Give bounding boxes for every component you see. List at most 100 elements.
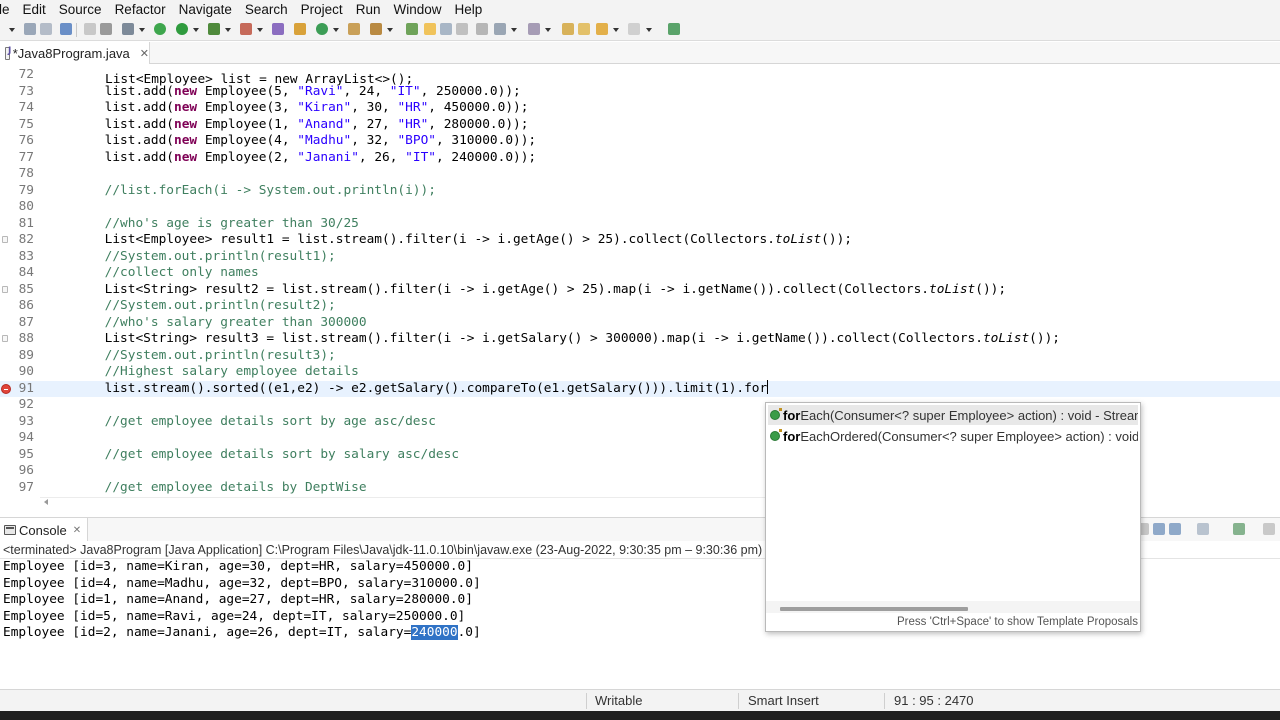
code-line[interactable]: 76 list.add(new Employee(4, "Madhu", 32,… xyxy=(0,133,1280,150)
external-tools-icon[interactable] xyxy=(240,23,252,35)
editor-tab-java8program[interactable]: *Java8Program.java ✕ xyxy=(0,42,150,64)
close-icon[interactable]: ✕ xyxy=(140,47,149,60)
menu-project[interactable]: Project xyxy=(296,0,351,19)
run-icon[interactable] xyxy=(176,23,188,35)
new-java-project-icon[interactable] xyxy=(272,23,284,35)
menu-run[interactable]: Run xyxy=(351,0,389,19)
next-edit-icon[interactable] xyxy=(494,23,506,35)
display-console-icon[interactable] xyxy=(1197,523,1209,535)
line-number: 93 xyxy=(18,413,34,429)
editor-horizontal-scrollbar[interactable] xyxy=(40,497,770,498)
save-icon[interactable] xyxy=(24,23,36,35)
debug-dropdown-icon[interactable] xyxy=(139,28,145,32)
code-line[interactable]: 75 list.add(new Employee(1, "Anand", 27,… xyxy=(0,117,1280,134)
code-line[interactable]: 73 list.add(new Employee(5, "Ravi", 24, … xyxy=(0,84,1280,101)
new-class-icon[interactable] xyxy=(316,23,328,35)
code-text: //collect only names xyxy=(43,265,259,280)
code-line[interactable]: 82 List<Employee> result1 = list.stream(… xyxy=(0,232,1280,249)
forward-dropdown-icon[interactable] xyxy=(646,28,652,32)
line-number: 94 xyxy=(18,430,34,445)
next-annotation-icon[interactable] xyxy=(406,23,418,35)
code-line[interactable]: 81 //who's age is greater than 30/25 xyxy=(0,216,1280,233)
code-line[interactable]: 72 xyxy=(0,67,1280,84)
open-type-icon[interactable] xyxy=(60,23,72,35)
menu-bar: le Edit Source Refactor Navigate Search … xyxy=(0,0,1280,19)
next-edit-dropdown-icon[interactable] xyxy=(511,28,517,32)
code-line[interactable]: 87 //who's salary greater than 300000 xyxy=(0,315,1280,332)
code-line[interactable]: 79 //list.forEach(i -> System.out.printl… xyxy=(0,183,1280,200)
line-number: 87 xyxy=(18,314,34,330)
scroll-lock-icon[interactable] xyxy=(1153,523,1165,535)
prev-annotation-dropdown-icon[interactable] xyxy=(545,28,551,32)
menu-help[interactable]: Help xyxy=(449,0,490,19)
back-history-icon[interactable] xyxy=(596,23,608,35)
code-line[interactable]: 84 //collect only names xyxy=(0,265,1280,282)
code-text: //Highest salary employee details xyxy=(43,364,359,379)
back-dropdown-icon[interactable] xyxy=(613,28,619,32)
line-number: 75 xyxy=(18,116,34,132)
status-insert-mode: Smart Insert xyxy=(748,693,819,708)
coverage-dropdown-icon[interactable] xyxy=(225,28,231,32)
line-number: 85 xyxy=(18,281,34,297)
line-number: 74 xyxy=(18,100,34,115)
new-package-icon[interactable] xyxy=(294,23,306,35)
pilcrow-icon[interactable] xyxy=(476,23,488,35)
menu-source[interactable]: Source xyxy=(54,0,110,19)
code-text: //System.out.println(result2); xyxy=(43,298,336,313)
code-line[interactable]: 88 List<String> result3 = list.stream().… xyxy=(0,331,1280,348)
status-bar: Writable Smart Insert 91 : 95 : 2470 xyxy=(0,689,1280,711)
new-dropdown-icon[interactable] xyxy=(9,28,15,32)
skip-breakpoints-icon[interactable] xyxy=(84,23,96,35)
code-line[interactable]: 86 //System.out.println(result2); xyxy=(0,298,1280,315)
view-menu-icon[interactable] xyxy=(1263,523,1275,535)
code-line[interactable]: 80 xyxy=(0,199,1280,216)
show-whitespace-icon[interactable] xyxy=(456,23,468,35)
code-line[interactable]: 91 list.stream().sorted((e1,e2) -> e2.ge… xyxy=(0,380,1280,397)
block-selection-icon[interactable] xyxy=(440,23,452,35)
back-icon[interactable] xyxy=(578,23,590,35)
code-text: //get employee details by DeptWise xyxy=(43,479,367,495)
coverage-icon[interactable] xyxy=(208,23,220,35)
close-icon[interactable]: ✕ xyxy=(73,525,81,536)
debug-settings-icon[interactable] xyxy=(122,23,134,35)
menu-window[interactable]: Window xyxy=(388,0,449,19)
menu-edit[interactable]: Edit xyxy=(18,0,54,19)
console-output-line: Employee [id=2, name=Janani, age=26, dep… xyxy=(3,625,481,640)
scroll-left-arrow-icon[interactable] xyxy=(44,499,48,505)
menu-file[interactable]: le xyxy=(0,0,18,19)
search-dropdown-icon[interactable] xyxy=(387,28,393,32)
content-assist-scrollbar[interactable] xyxy=(780,607,968,611)
open-perspective-icon[interactable] xyxy=(668,23,680,35)
prev-annotation-icon[interactable] xyxy=(528,23,540,35)
search-icon[interactable] xyxy=(370,23,382,35)
menu-navigate[interactable]: Navigate xyxy=(174,0,240,19)
content-assist-item-foreachordered[interactable]: for EachOrdered(Consumer<? super Employee… xyxy=(768,426,1138,446)
console-tab[interactable]: Console ✕ xyxy=(0,518,88,542)
code-line[interactable]: 90 //Highest salary employee details xyxy=(0,364,1280,381)
open-folder-icon[interactable] xyxy=(348,23,360,35)
open-console-icon[interactable] xyxy=(1233,523,1245,535)
last-edit-icon[interactable] xyxy=(562,23,574,35)
forward-icon[interactable] xyxy=(628,23,640,35)
content-assist-popup[interactable]: for Each(Consumer<? super Employee> actio… xyxy=(765,402,1141,632)
content-assist-item-foreach[interactable]: for Each(Consumer<? super Employee> actio… xyxy=(768,405,1138,425)
code-line[interactable]: 74 list.add(new Employee(3, "Kiran", 30,… xyxy=(0,100,1280,117)
debug-icon[interactable] xyxy=(154,23,166,35)
external-tools-dropdown-icon[interactable] xyxy=(257,28,263,32)
word-wrap-icon[interactable] xyxy=(1169,523,1181,535)
code-line[interactable]: 78 xyxy=(0,166,1280,183)
line-number: 86 xyxy=(18,298,34,313)
code-line[interactable]: 77 list.add(new Employee(2, "Janani", 26… xyxy=(0,150,1280,167)
code-line[interactable]: 85 List<String> result2 = list.stream().… xyxy=(0,282,1280,299)
menu-search[interactable]: Search xyxy=(240,0,296,19)
save-all-icon[interactable] xyxy=(40,23,52,35)
terminate-icon[interactable] xyxy=(100,23,112,35)
run-dropdown-icon[interactable] xyxy=(193,28,199,32)
menu-refactor[interactable]: Refactor xyxy=(110,0,174,19)
code-line[interactable]: 89 //System.out.println(result3); xyxy=(0,348,1280,365)
new-class-dropdown-icon[interactable] xyxy=(333,28,339,32)
code-line[interactable]: 83 //System.out.println(result1); xyxy=(0,249,1280,266)
toolbar-separator xyxy=(76,23,77,37)
mark-occurrences-icon[interactable] xyxy=(424,23,436,35)
status-separator xyxy=(738,693,739,709)
